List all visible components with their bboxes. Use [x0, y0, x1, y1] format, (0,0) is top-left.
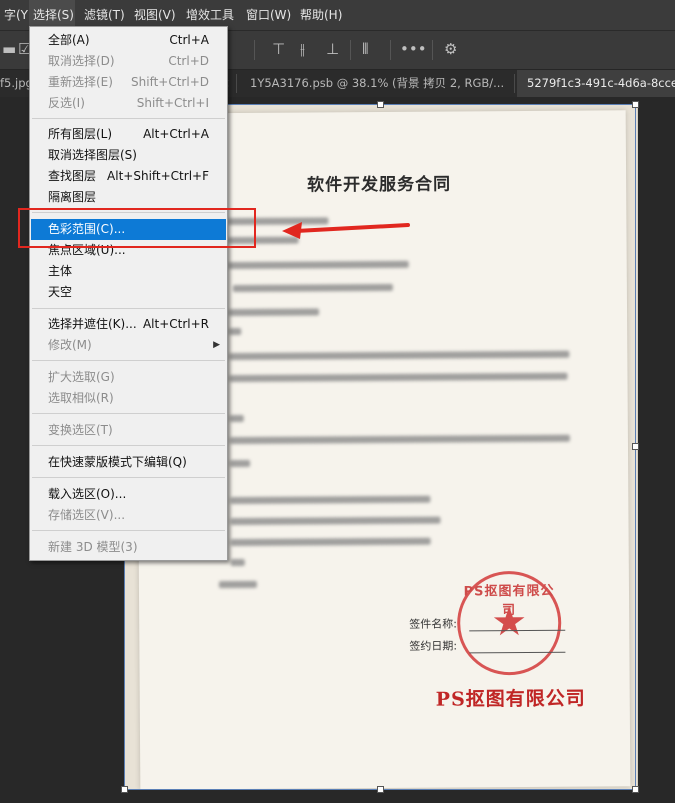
menu-item-save-selection[interactable]: 存储选区(V)...: [31, 505, 226, 526]
blurred-text: [229, 308, 320, 317]
tab-label: f5.jpg: [0, 76, 33, 90]
blurred-text: [232, 283, 393, 293]
menu-item-reselect[interactable]: 重新选择(E) Shift+Ctrl+D: [31, 72, 226, 93]
blurred-text: [229, 350, 570, 361]
blurred-text: [229, 372, 568, 383]
submenu-arrow-icon: ▶: [213, 340, 220, 350]
blurred-text: [230, 537, 431, 547]
distribute-icon[interactable]: ⦀: [362, 40, 369, 58]
menu-item-grow[interactable]: 扩大选取(G): [31, 367, 226, 388]
blurred-text: [230, 459, 251, 468]
blurred-text: [230, 558, 245, 567]
gear-icon[interactable]: ⚙: [444, 40, 457, 58]
sign-name-label: 签件名称:: [409, 617, 457, 631]
tab-doc-2[interactable]: 1Y5A3176.psb @ 38.1% (背景 拷贝 2, RGB/...: [244, 70, 514, 97]
annotation-arrow-icon: [282, 222, 410, 239]
menu-item-modify[interactable]: 修改(M) ▶: [31, 335, 226, 356]
menu-type[interactable]: 字(Y): [0, 0, 33, 30]
blurred-text: [230, 495, 431, 505]
menu-item-sky[interactable]: 天空: [31, 282, 226, 303]
menu-item-all-layers[interactable]: 所有图层(L) Alt+Ctrl+A: [31, 124, 226, 145]
transform-handle-right[interactable]: [632, 443, 639, 450]
align-bottom-icon[interactable]: ⊥: [326, 40, 339, 58]
menu-item-load-selection[interactable]: 载入选区(O)...: [31, 484, 226, 505]
menu-item-deselect[interactable]: 取消选择(D) Ctrl+D: [31, 51, 226, 72]
menu-item-inverse[interactable]: 反选(I) Shift+Ctrl+I: [31, 93, 226, 114]
company-seal: PS抠图有限公司 ★: [456, 570, 562, 676]
menu-window[interactable]: 窗口(W): [242, 0, 294, 30]
menu-item-transform-selection[interactable]: 变换选区(T): [31, 420, 226, 441]
menu-item-isolate-layers[interactable]: 隔离图层: [31, 187, 226, 208]
menu-item-new-3d-model[interactable]: 新建 3D 模型(3): [31, 537, 226, 558]
blurred-text: [230, 516, 441, 526]
blurred-text: [229, 327, 242, 336]
transform-handle-bottom[interactable]: [377, 786, 384, 793]
tab-doc-3-active[interactable]: 5279f1c3-491c-4d6a-8cce-8: [517, 70, 675, 97]
transform-handle-top-right[interactable]: [632, 101, 639, 108]
menu-item-find-layers[interactable]: 查找图层 Alt+Shift+Ctrl+F: [31, 166, 226, 187]
transform-handle-top[interactable]: [377, 101, 384, 108]
blurred-text: [229, 414, 244, 423]
menu-item-similar[interactable]: 选取相似(R): [31, 388, 226, 409]
select-menu-dropdown: 全部(A) Ctrl+A 取消选择(D) Ctrl+D 重新选择(E) Shift+C…: [29, 26, 228, 561]
align-top-icon[interactable]: ⊤: [272, 40, 285, 58]
sign-date-label: 签约日期:: [409, 639, 458, 653]
menu-item-subject[interactable]: 主体: [31, 261, 226, 282]
company-name: PS抠图有限公司: [435, 687, 586, 711]
blurred-text: [229, 434, 570, 445]
tab-label: 1Y5A3176.psb @ 38.1% (背景 拷贝 2, RGB/...: [250, 76, 505, 90]
menu-item-quick-mask[interactable]: 在快速蒙版模式下编辑(Q): [31, 452, 226, 473]
menu-item-all[interactable]: 全部(A) Ctrl+A: [31, 30, 226, 51]
transform-handle-bottom-right[interactable]: [632, 786, 639, 793]
menu-item-select-and-mask[interactable]: 选择并遮住(K)... Alt+Ctrl+R: [31, 314, 226, 335]
more-options-icon[interactable]: •••: [400, 40, 427, 58]
align-vcenter-icon[interactable]: ⫲: [300, 40, 305, 58]
annotation-highlight-box: [18, 208, 256, 248]
menu-help[interactable]: 帮助(H): [296, 0, 346, 30]
star-icon: ★: [491, 598, 528, 646]
tab-label: 5279f1c3-491c-4d6a-8cce-8: [527, 76, 675, 90]
option-icon[interactable]: ▬: [2, 40, 16, 58]
blurred-text: [218, 580, 257, 589]
transform-handle-bottom-left[interactable]: [121, 786, 128, 793]
blurred-text: [228, 260, 409, 270]
menu-item-deselect-layers[interactable]: 取消选择图层(S): [31, 145, 226, 166]
